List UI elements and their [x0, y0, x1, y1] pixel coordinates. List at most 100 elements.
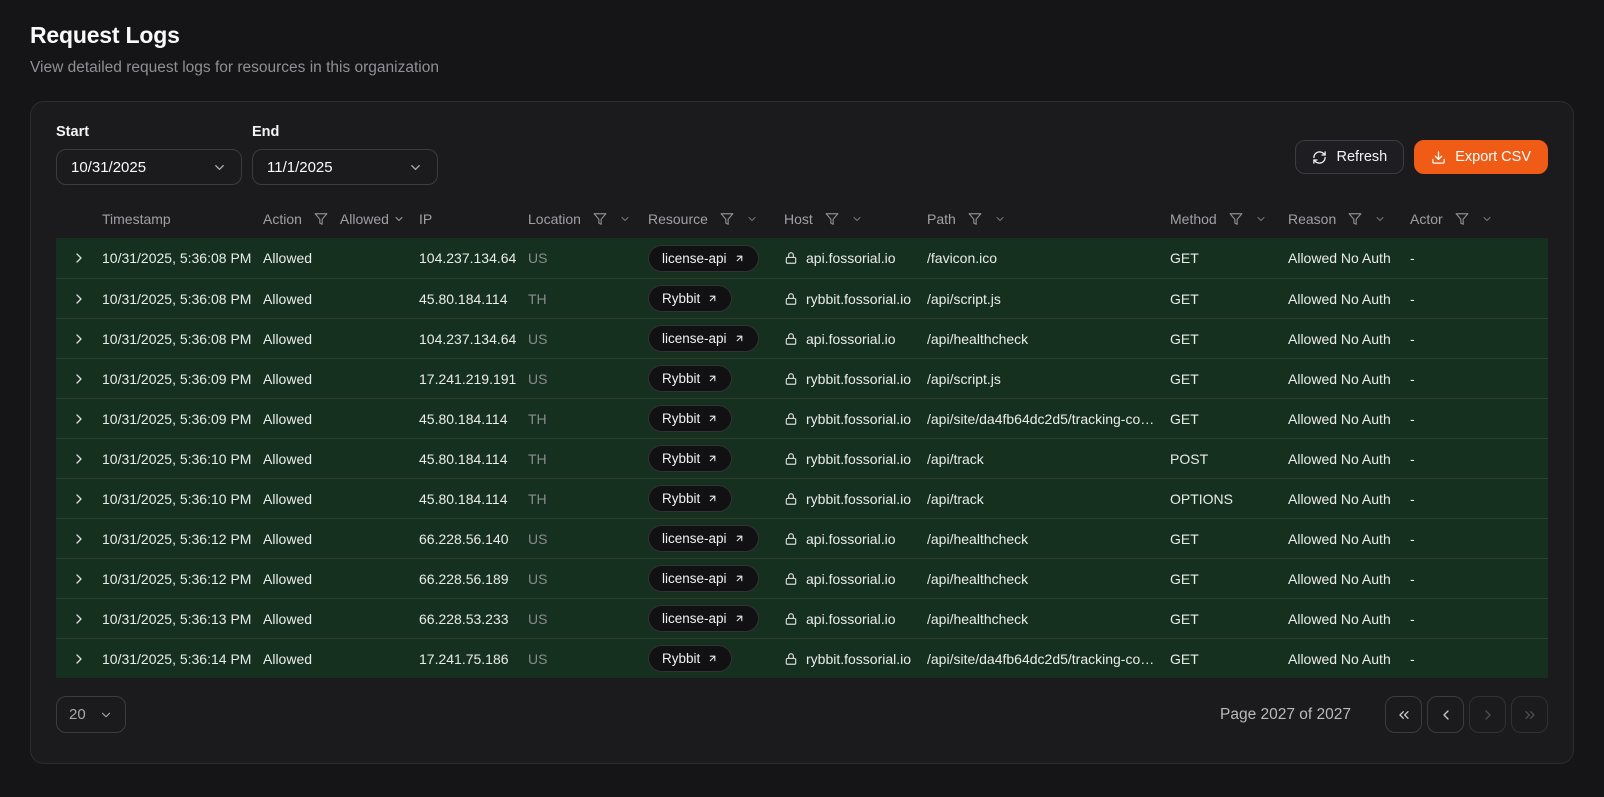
start-date-value: 10/31/2025: [71, 159, 146, 176]
arrow-up-right-icon: [707, 413, 718, 424]
start-date-field: Start 10/31/2025: [56, 124, 242, 185]
cell-timestamp: 10/31/2025, 5:36:12 PM: [102, 531, 263, 547]
first-page-button[interactable]: [1385, 696, 1422, 733]
chevron-down-icon[interactable]: [994, 213, 1006, 225]
chevron-down-icon[interactable]: [1374, 213, 1386, 225]
cell-resource: Rybbit: [648, 405, 784, 432]
table-row[interactable]: 10/31/2025, 5:36:08 PM Allowed 104.237.1…: [56, 238, 1548, 278]
chevron-down-icon[interactable]: [746, 213, 758, 225]
table-row[interactable]: 10/31/2025, 5:36:09 PM Allowed 45.80.184…: [56, 398, 1548, 438]
chevrons-left-icon: [1396, 707, 1412, 723]
cell-path: /api/healthcheck: [927, 611, 1170, 627]
resource-badge[interactable]: Rybbit: [648, 285, 732, 312]
cell-resource: license-api: [648, 605, 784, 632]
column-header-host: Host: [784, 211, 927, 227]
date-range-fields: Start 10/31/2025 End 11/1/2025: [56, 124, 438, 185]
cell-host: rybbit.fossorial.io: [784, 491, 927, 507]
chevron-down-icon[interactable]: [1481, 213, 1493, 225]
filter-icon[interactable]: [593, 212, 607, 226]
expand-row-button[interactable]: [69, 529, 89, 549]
resource-name: license-api: [662, 571, 727, 586]
resource-badge[interactable]: license-api: [648, 325, 759, 352]
previous-page-button[interactable]: [1427, 696, 1464, 733]
export-csv-button[interactable]: Export CSV: [1414, 140, 1548, 174]
expand-row-button[interactable]: [69, 369, 89, 389]
cell-location: TH: [528, 451, 648, 467]
expand-row-button[interactable]: [69, 409, 89, 429]
resource-badge[interactable]: Rybbit: [648, 405, 732, 432]
filter-icon[interactable]: [1229, 212, 1243, 226]
resource-name: license-api: [662, 331, 727, 346]
expand-row-button[interactable]: [69, 248, 89, 268]
cell-actor: -: [1410, 291, 1548, 307]
filters-row: Start 10/31/2025 End 11/1/2025: [56, 124, 1548, 185]
table-row[interactable]: 10/31/2025, 5:36:12 PM Allowed 66.228.56…: [56, 518, 1548, 558]
resource-badge[interactable]: Rybbit: [648, 365, 732, 392]
next-page-button[interactable]: [1469, 696, 1506, 733]
table-row[interactable]: 10/31/2025, 5:36:13 PM Allowed 66.228.53…: [56, 598, 1548, 638]
host-name: api.fossorial.io: [806, 571, 896, 587]
refresh-button[interactable]: Refresh: [1295, 140, 1404, 174]
table-row[interactable]: 10/31/2025, 5:36:09 PM Allowed 17.241.21…: [56, 358, 1548, 398]
expand-row-button[interactable]: [69, 609, 89, 629]
expand-row-button[interactable]: [69, 489, 89, 509]
resource-badge[interactable]: Rybbit: [648, 445, 732, 472]
column-header-reason: Reason: [1288, 211, 1410, 227]
chevron-right-icon: [71, 291, 87, 307]
cell-path: /api/healthcheck: [927, 331, 1170, 347]
filter-icon[interactable]: [720, 212, 734, 226]
chevron-right-icon: [71, 451, 87, 467]
chevron-right-icon: [71, 531, 87, 547]
chevron-right-icon: [71, 331, 87, 347]
action-filter-dropdown[interactable]: Allowed: [340, 211, 405, 227]
filter-icon[interactable]: [1348, 212, 1362, 226]
chevron-down-icon[interactable]: [851, 213, 863, 225]
cell-ip: 66.228.53.233: [419, 611, 528, 627]
table-row[interactable]: 10/31/2025, 5:36:08 PM Allowed 104.237.1…: [56, 318, 1548, 358]
arrow-up-right-icon: [734, 613, 745, 624]
page-size-select[interactable]: 20: [56, 696, 126, 733]
resource-badge[interactable]: license-api: [648, 565, 759, 592]
expand-row-button[interactable]: [69, 289, 89, 309]
arrow-up-right-icon: [707, 373, 718, 384]
filter-icon[interactable]: [825, 212, 839, 226]
cell-timestamp: 10/31/2025, 5:36:14 PM: [102, 651, 263, 667]
filter-icon[interactable]: [1455, 212, 1469, 226]
cell-ip: 104.237.134.64: [419, 250, 528, 266]
filter-icon[interactable]: [314, 212, 328, 226]
resource-badge[interactable]: license-api: [648, 245, 759, 272]
expand-row-button[interactable]: [69, 329, 89, 349]
filter-icon[interactable]: [968, 212, 982, 226]
column-header-location: Location: [528, 211, 648, 227]
cell-action: Allowed: [263, 331, 419, 347]
resource-badge[interactable]: Rybbit: [648, 645, 732, 672]
last-page-button[interactable]: [1511, 696, 1548, 733]
cell-method: GET: [1170, 250, 1288, 266]
table-row[interactable]: 10/31/2025, 5:36:08 PM Allowed 45.80.184…: [56, 278, 1548, 318]
chevron-down-icon[interactable]: [619, 213, 631, 225]
end-date-label: End: [252, 124, 438, 140]
chevron-down-icon[interactable]: [1255, 213, 1267, 225]
cell-expand: [56, 369, 102, 389]
start-date-select[interactable]: 10/31/2025: [56, 149, 242, 185]
expand-row-button[interactable]: [69, 649, 89, 669]
resource-badge[interactable]: license-api: [648, 605, 759, 632]
expand-row-button[interactable]: [69, 569, 89, 589]
cell-path: /api/site/da4fb64dc2d5/tracking-config: [927, 411, 1170, 427]
page-subtitle: View detailed request logs for resources…: [30, 59, 1574, 77]
cell-timestamp: 10/31/2025, 5:36:09 PM: [102, 371, 263, 387]
table-row[interactable]: 10/31/2025, 5:36:12 PM Allowed 66.228.56…: [56, 558, 1548, 598]
table-row[interactable]: 10/31/2025, 5:36:10 PM Allowed 45.80.184…: [56, 478, 1548, 518]
cell-reason: Allowed No Auth: [1288, 451, 1410, 467]
table-row[interactable]: 10/31/2025, 5:36:10 PM Allowed 45.80.184…: [56, 438, 1548, 478]
cell-action: Allowed: [263, 291, 419, 307]
host-name: api.fossorial.io: [806, 331, 896, 347]
table-row[interactable]: 10/31/2025, 5:36:14 PM Allowed 17.241.75…: [56, 638, 1548, 678]
cell-actor: -: [1410, 531, 1548, 547]
resource-badge[interactable]: Rybbit: [648, 485, 732, 512]
cell-resource: Rybbit: [648, 285, 784, 312]
expand-row-button[interactable]: [69, 449, 89, 469]
end-date-select[interactable]: 11/1/2025: [252, 149, 438, 185]
resource-badge[interactable]: license-api: [648, 525, 759, 552]
cell-reason: Allowed No Auth: [1288, 531, 1410, 547]
